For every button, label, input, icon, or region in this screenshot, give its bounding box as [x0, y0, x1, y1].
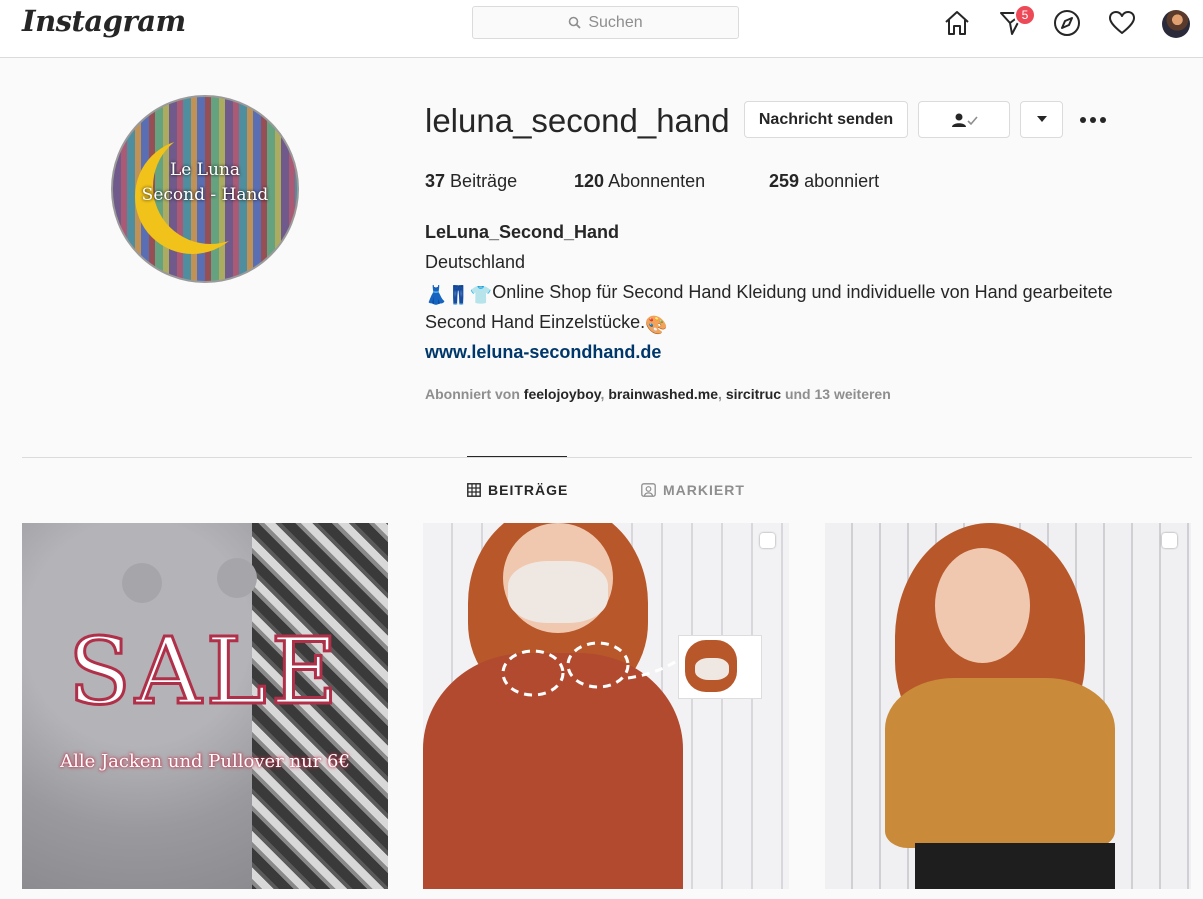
send-message-button[interactable]: Nachricht senden	[744, 101, 908, 138]
sale-subtitle: Alle Jacken und Pullover nur 6€	[60, 751, 350, 772]
followed-by-prefix: Abonniert von	[425, 386, 520, 402]
bio-text-line2: Second Hand Einzelstücke.	[425, 312, 646, 332]
posts-count-stat: 37 Beiträge	[425, 171, 517, 192]
user-following-icon	[952, 113, 978, 127]
tab-posts[interactable]: BEITRÄGE	[467, 482, 568, 498]
notification-badge: 5	[1014, 4, 1036, 26]
orange-tshirt-graphic	[885, 678, 1115, 848]
explore-compass-icon[interactable]	[1052, 8, 1082, 38]
following-status-button[interactable]	[918, 101, 1010, 138]
grid-icon	[467, 483, 481, 497]
bio-location: Deutschland	[425, 252, 526, 272]
search-icon	[569, 16, 581, 29]
following-count-stat[interactable]: 259 abonniert	[769, 171, 879, 192]
face-mask-graphic	[508, 561, 608, 623]
profile-username: leluna_second_hand	[425, 102, 730, 139]
hood-ear-graphic	[122, 563, 162, 603]
tabs-divider	[22, 457, 1192, 458]
post-thumbnail[interactable]	[423, 523, 789, 889]
avatar-text-line2: Second - Hand	[141, 185, 269, 205]
tab-tagged-label: MARKIERT	[663, 482, 745, 498]
followers-count-stat[interactable]: 120 Abonnenten	[574, 171, 705, 192]
tagged-user-icon	[641, 483, 656, 497]
carousel-post-icon	[760, 533, 775, 548]
followed-by-summary[interactable]: Abonniert von feelojoyboy, brainwashed.m…	[425, 386, 891, 402]
activity-heart-icon[interactable]	[1107, 8, 1137, 38]
clothing-emojis: 👗👖👕	[425, 285, 493, 305]
followed-by-account: brainwashed.me	[608, 386, 719, 402]
carousel-post-icon	[1162, 533, 1177, 548]
black-pants-graphic	[915, 843, 1115, 889]
posts-count: 37	[425, 171, 446, 191]
post-thumbnail[interactable]: SALE Alle Jacken und Pullover nur 6€	[22, 523, 388, 889]
top-navigation-bar: Instagram Suchen 5	[0, 0, 1203, 58]
sale-title: SALE	[67, 617, 342, 727]
bio-full-name: LeLuna_Second_Hand	[425, 222, 620, 242]
followed-by-suffix: und 13 weiteren	[784, 386, 891, 402]
followed-by-account: feelojoyboy	[523, 386, 601, 402]
avatar-text-line1: Le Luna	[169, 160, 241, 180]
following-count: 259	[769, 171, 800, 191]
followers-count: 120	[574, 171, 605, 191]
suggestions-dropdown-button[interactable]	[1020, 101, 1063, 138]
caret-down-icon	[1036, 116, 1047, 122]
posts-label: Beiträge	[450, 171, 518, 191]
followers-label: Abonnenten	[608, 171, 706, 191]
tab-tagged[interactable]: MARKIERT	[641, 482, 745, 498]
profile-avatar-icon[interactable]	[1162, 10, 1190, 38]
more-options-icon[interactable]	[1080, 108, 1106, 132]
followed-by-account: sircitruc	[725, 386, 782, 402]
search-input[interactable]: Suchen	[472, 6, 739, 39]
tab-posts-label: BEITRÄGE	[488, 482, 569, 498]
home-icon[interactable]	[942, 8, 972, 38]
inset-photo-frame	[678, 635, 762, 699]
profile-picture[interactable]: Le Luna Second - Hand	[111, 95, 299, 283]
search-placeholder: Suchen	[588, 13, 643, 31]
hood-ear-graphic	[217, 558, 257, 598]
active-tab-indicator	[467, 456, 567, 457]
instagram-logo[interactable]: Instagram	[22, 4, 186, 38]
post-thumbnail[interactable]	[825, 523, 1191, 889]
palette-emoji: 🎨	[645, 315, 668, 335]
following-label: abonniert	[804, 171, 880, 191]
bio-text-line1: Online Shop für Second Hand Kleidung und…	[492, 282, 1113, 302]
face-graphic	[935, 548, 1030, 663]
bio-description-line1: 👗👖👕Online Shop für Second Hand Kleidung …	[425, 282, 1113, 306]
bio-website-link[interactable]: www.leluna-secondhand.de	[425, 342, 661, 363]
bio-description-line2: Second Hand Einzelstücke.🎨	[425, 312, 668, 336]
